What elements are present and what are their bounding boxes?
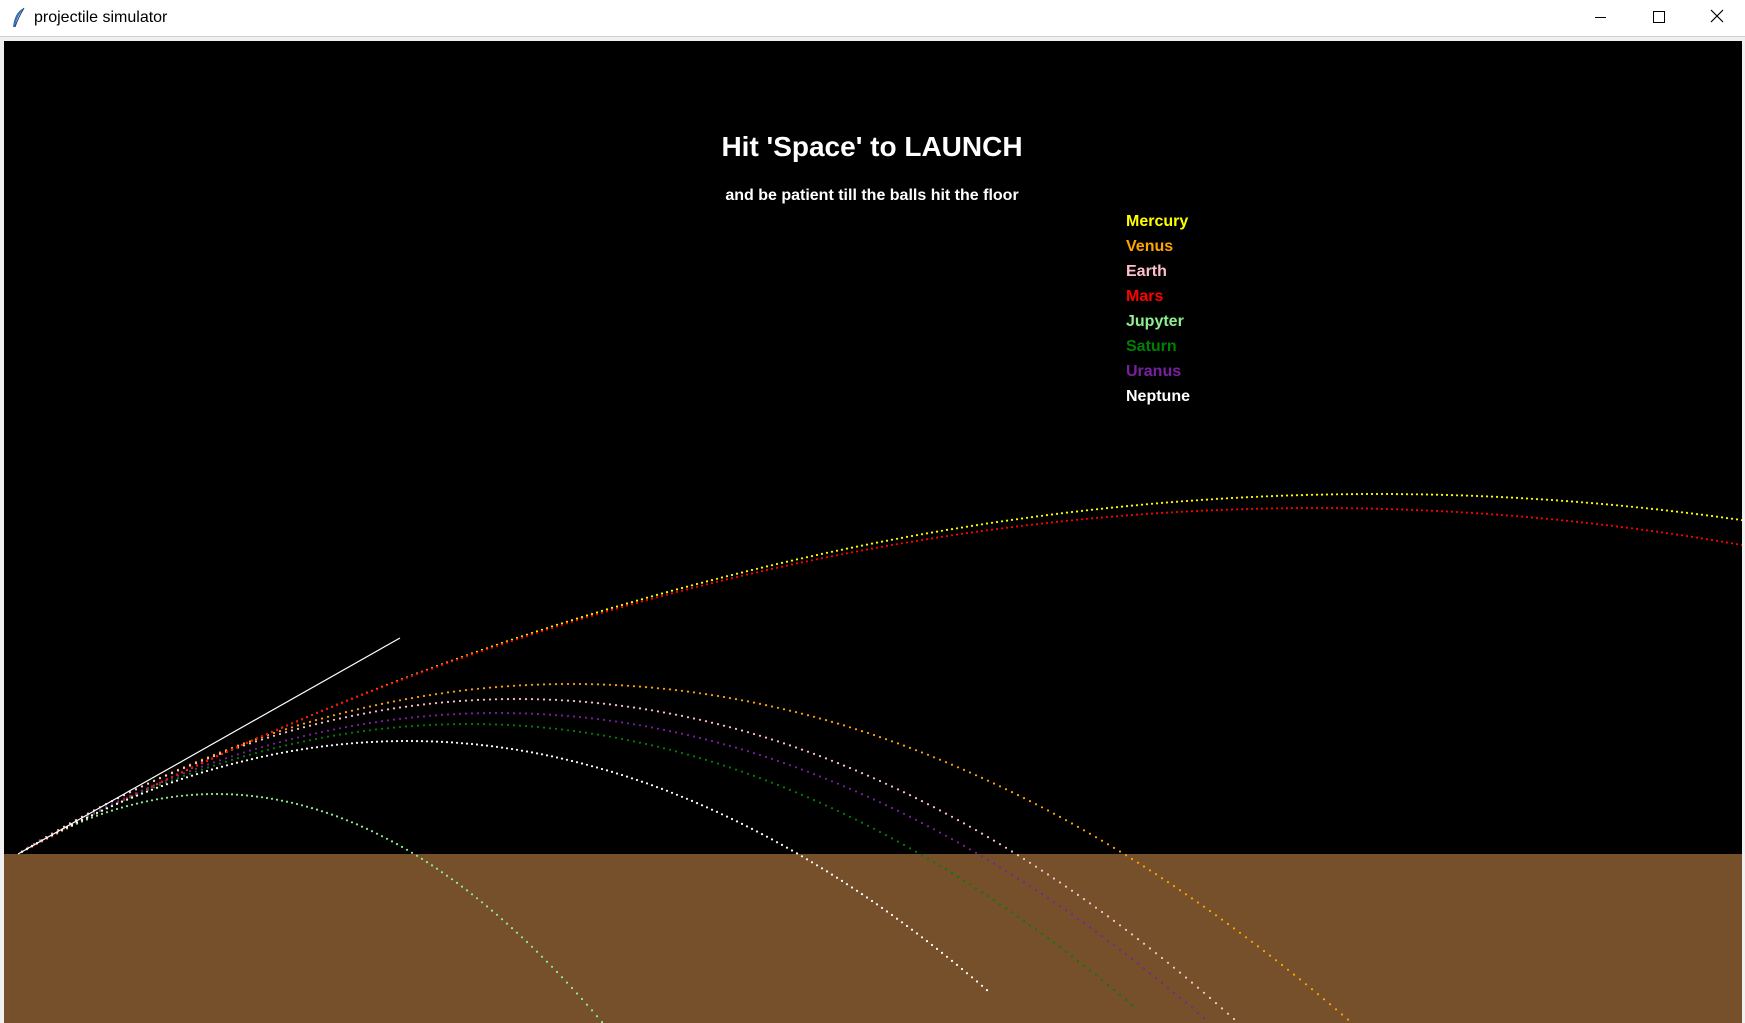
trajectory-venus xyxy=(20,682,1350,1021)
legend-item-saturn: Saturn xyxy=(1126,338,1177,355)
trajectory-uranus xyxy=(20,711,1206,1020)
trajectory-earth xyxy=(20,697,1236,1021)
maximize-icon xyxy=(1653,10,1665,28)
legend-item-neptune: Neptune xyxy=(1126,388,1190,405)
trajectory-jupyter xyxy=(20,792,604,1023)
planet-legend: Mercury Venus Earth Mars Jupyter Saturn Uranus… xyxy=(1126,209,1190,409)
trajectory-saturn xyxy=(20,722,1134,1007)
close-button[interactable] xyxy=(1688,0,1745,37)
legend-item-mars: Mars xyxy=(1126,288,1164,305)
maximize-button[interactable] xyxy=(1630,0,1688,37)
legend-item-venus: Venus xyxy=(1126,238,1174,255)
launch-subheading: and be patient till the balls hit the fl… xyxy=(725,187,1019,204)
legend-item-uranus: Uranus xyxy=(1126,363,1182,380)
minimize-button[interactable] xyxy=(1572,0,1630,37)
canvas-frame: Hit 'Space' to LAUNCH and be patient til… xyxy=(0,37,1745,1023)
legend-item-mercury: Mercury xyxy=(1126,213,1189,230)
legend-item-jupyter: Jupyter xyxy=(1126,313,1184,330)
launch-aim-line xyxy=(17,637,401,855)
trajectory-mars xyxy=(20,506,1742,854)
feather-icon xyxy=(11,7,27,29)
simulation-canvas[interactable]: Hit 'Space' to LAUNCH and be patient til… xyxy=(4,41,1742,1023)
close-icon xyxy=(1710,9,1724,28)
launch-heading: Hit 'Space' to LAUNCH xyxy=(721,131,1023,162)
window-title: projectile simulator xyxy=(34,9,168,26)
legend-item-earth: Earth xyxy=(1126,263,1167,280)
app-window: projectile simulator Hit 'Space' to LAUN… xyxy=(0,0,1745,1023)
minimize-icon xyxy=(1595,10,1607,28)
title-bar[interactable]: projectile simulator xyxy=(0,0,1745,37)
trajectory-neptune xyxy=(20,739,989,992)
